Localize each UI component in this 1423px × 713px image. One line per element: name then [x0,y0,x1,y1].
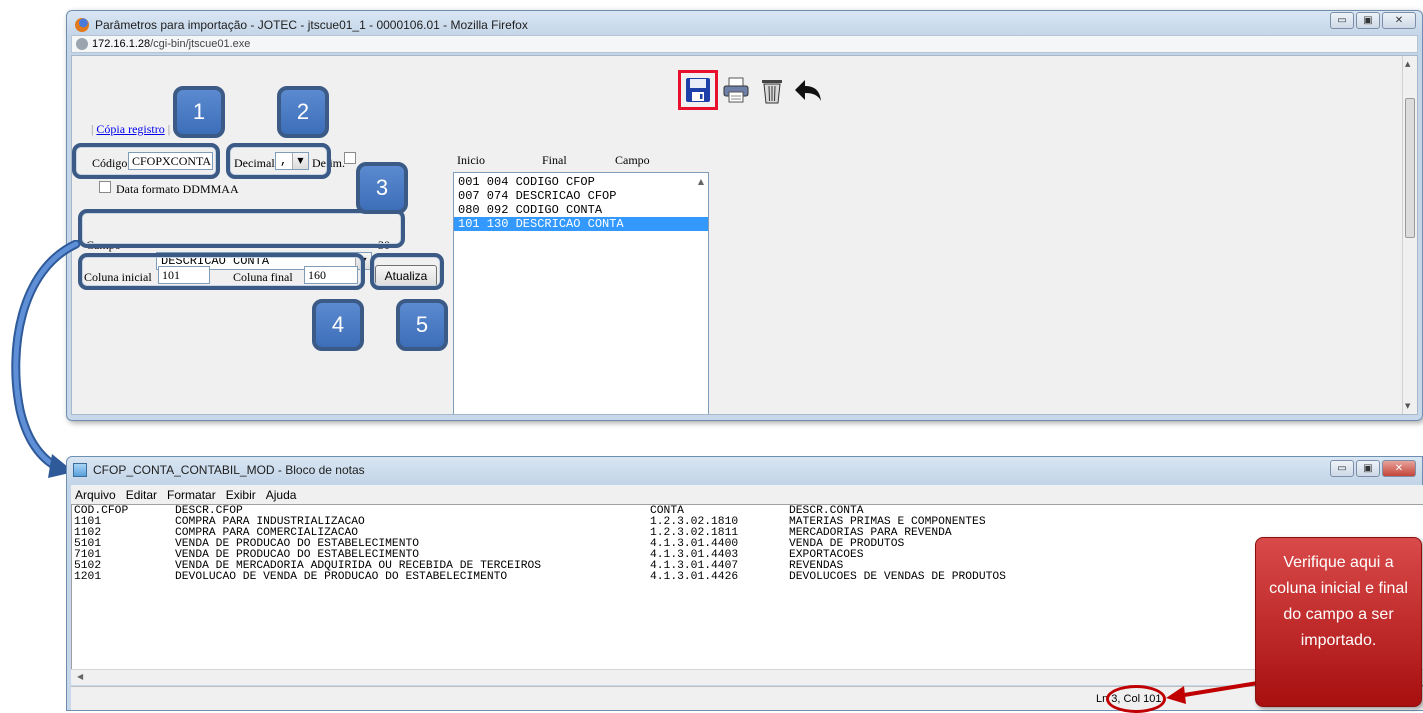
print-icon [723,77,749,103]
list-item[interactable]: 080 092 CODIGO CONTA [454,203,708,217]
save-button[interactable] [678,70,718,110]
minimize-button[interactable]: ▭ [1330,460,1354,477]
highlight-campo [78,209,405,248]
status-highlight-ring [1106,685,1166,713]
instruction-callout: Verifique aqui a coluna inicial e final … [1255,537,1422,707]
highlight-atualiza [370,253,444,290]
firefox-window: Parâmetros para importação - JOTEC - jts… [66,10,1423,421]
copy-record-link[interactable]: Cópia registro [96,122,164,136]
url-host: 172.16.1.28 [92,38,151,50]
curved-arrow-icon [11,240,81,478]
menu-ajuda[interactable]: Ajuda [266,488,297,502]
highlight-colunas [78,253,365,290]
date-format-checkbox[interactable] [99,181,111,193]
copy-record-link-wrapper: | Cópia registro | [91,122,170,137]
close-button[interactable]: ✕ [1382,12,1416,29]
step-badge-3: 3 [356,162,408,214]
maximize-button[interactable]: ▣ [1356,12,1380,29]
text-line: 1201 DEVOLUCAO DE VENDA DE PRODUCAO DO ES… [74,571,1006,583]
trash-icon [762,80,782,104]
notepad-window-controls: ▭ ▣ ✕ [1330,460,1416,477]
menu-exibir[interactable]: Exibir [226,488,256,502]
notepad-window: CFOP_CONTA_CONTABIL_MOD - Bloco de notas… [66,456,1423,713]
url-bar[interactable]: 172.16.1.28/cgi-bin/jtscue01.exe [71,35,1418,53]
menu-formatar[interactable]: Formatar [167,488,216,502]
list-item[interactable]: 007 074 DESCRICAO CFOP [454,189,708,203]
notepad-icon [73,463,87,477]
site-identity-icon [76,38,88,50]
list-item-selected[interactable]: 101 130 DESCRICAO CONTA [454,217,708,231]
link-separator: | [164,122,171,136]
notepad-titlebar: CFOP_CONTA_CONTABIL_MOD - Bloco de notas [73,463,365,477]
window-title: Parâmetros para importação - JOTEC - jts… [95,18,528,32]
step-badge-1: 1 [173,86,225,138]
page-content: | Cópia registro | Código CFOPXCONTA Dec… [71,55,1418,415]
action-toolbar [678,70,824,110]
step-badge-5: 5 [396,299,448,351]
close-button[interactable]: ✕ [1382,460,1416,477]
scroll-down-icon[interactable]: ▼ [1405,402,1410,410]
step-badge-2: 2 [277,86,329,138]
highlight-codigo [72,143,220,179]
menu-editar[interactable]: Editar [126,488,157,502]
page-scrollbar[interactable]: ▲ ▼ [1402,56,1417,414]
minimize-button[interactable]: ▭ [1330,12,1354,29]
delim-checkbox[interactable] [344,152,356,164]
highlight-decimal [226,143,331,179]
list-header-final: Final [542,153,567,167]
notepad-menubar: Arquivo Editar Formatar Exibir Ajuda [71,485,1423,504]
maximize-button[interactable]: ▣ [1356,460,1380,477]
field-listbox[interactable]: ▲ 001 004 CODIGO CFOP 007 074 DESCRICAO … [453,172,709,414]
menu-arquivo[interactable]: Arquivo [75,488,116,502]
callout-arrow-icon [1166,680,1265,704]
scroll-up-icon[interactable]: ▲ [1405,60,1410,68]
step-badge-4: 4 [312,299,364,351]
list-header-campo: Campo [615,153,650,167]
firefox-logo-icon [75,18,89,32]
save-icon [686,78,710,102]
date-format-label: Data formato DDMMAA [116,182,239,196]
delete-button[interactable] [756,74,788,106]
url-path: /cgi-bin/jtscue01.exe [150,38,251,50]
scroll-up-icon[interactable]: ▲ [698,177,704,186]
notepad-text-area[interactable]: COD.CFOP DESCR.CFOP CONTA DESCR.CONTA 1101 C… [71,504,1423,685]
notepad-title: CFOP_CONTA_CONTABIL_MOD - Bloco de notas [93,463,365,477]
print-button[interactable] [720,74,752,106]
scroll-left-icon[interactable]: ◀ [77,672,83,681]
firefox-titlebar: Parâmetros para importação - JOTEC - jts… [75,15,1075,35]
list-item[interactable]: 001 004 CODIGO CFOP [454,175,708,189]
back-button[interactable] [792,74,824,106]
scrollbar-thumb[interactable] [1405,98,1415,238]
window-controls: ▭ ▣ ✕ [1330,12,1416,29]
list-header-inicio: Inicio [457,153,485,167]
back-arrow-icon [795,80,821,101]
